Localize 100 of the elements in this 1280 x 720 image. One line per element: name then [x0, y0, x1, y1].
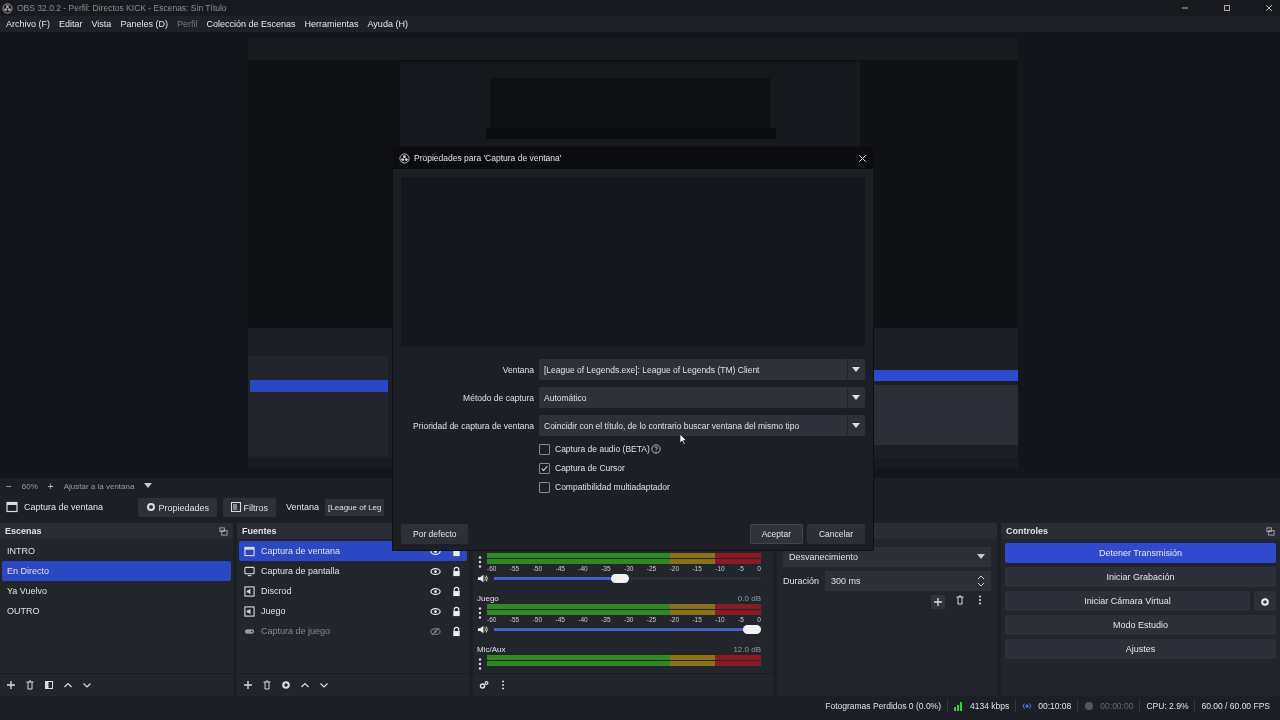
volume-slider[interactable] — [494, 577, 761, 580]
dropdown[interactable]: [League of Legends.exe]: League of Legends (TM) Client — [539, 359, 865, 380]
menu-item[interactable]: Editar — [59, 19, 83, 29]
lock-icon[interactable] — [451, 585, 462, 597]
lock-icon[interactable] — [451, 565, 462, 577]
cancel-button[interactable]: Cancelar — [806, 524, 865, 544]
source-item[interactable]: Captura de pantalla — [239, 561, 467, 581]
lock-icon[interactable] — [451, 625, 462, 637]
duration-field[interactable]: 300 ms — [825, 571, 991, 591]
down-icon[interactable] — [82, 680, 92, 690]
toolbar-button[interactable]: Filtros — [223, 497, 277, 517]
visibility-icon[interactable] — [430, 585, 441, 597]
filter-icon — [231, 501, 242, 512]
menu-item[interactable]: Colección de Escenas — [206, 19, 296, 29]
gear-icon[interactable] — [281, 680, 291, 690]
caret-icon[interactable] — [144, 483, 153, 489]
status-text: CPU: 2.9% — [1146, 701, 1189, 711]
more-icon[interactable] — [477, 606, 483, 620]
ok-button[interactable]: Aceptar — [749, 524, 803, 544]
add-icon[interactable] — [931, 595, 945, 609]
transition-select[interactable]: Desvanecimiento — [783, 547, 991, 567]
record-icon — [1084, 701, 1095, 711]
checkbox[interactable] — [539, 462, 550, 474]
channel-volume-reading: 12.0 dB — [733, 644, 761, 654]
filter-icon[interactable] — [44, 680, 54, 690]
slider-thumb[interactable] — [743, 625, 761, 634]
field-label: Prioridad de captura de ventana — [412, 420, 534, 431]
help-icon[interactable] — [650, 444, 661, 454]
volume-slider[interactable] — [494, 628, 761, 631]
trash-icon[interactable] — [262, 680, 272, 690]
source-item[interactable]: Juego — [239, 601, 467, 621]
checkbox-label: Captura de audio (BETA) — [555, 444, 650, 454]
dropdown[interactable]: Coincidir con el título, de lo contrario buscar ventana del mismo tipo — [539, 415, 865, 436]
dropdown[interactable]: Automático — [539, 387, 865, 408]
status-text: 00:00:00 — [1100, 701, 1134, 711]
visibility-icon[interactable] — [430, 565, 441, 577]
menu-item[interactable]: Ayuda (H) — [367, 19, 408, 29]
scene-item[interactable]: OUTRO — [2, 601, 231, 621]
control-button[interactable]: Modo Estudio — [1005, 615, 1276, 635]
speaker-icon[interactable] — [477, 624, 488, 635]
control-button[interactable]: Iniciar Cámara Virtual — [1005, 591, 1250, 611]
menu-item[interactable]: Paneles (D) — [120, 19, 168, 29]
scene-item[interactable]: Ya Vuelvo — [2, 581, 231, 601]
control-button[interactable]: Ajustes — [1005, 639, 1276, 659]
window-select[interactable]: [League of Leg — [325, 498, 385, 516]
speaker-icon — [244, 585, 255, 597]
panel-title: Escenas — [5, 526, 42, 536]
menu-item[interactable]: Archivo (F) — [6, 19, 50, 29]
slider-thumb[interactable] — [611, 574, 629, 583]
checkbox-label: Compatibilidad multiadaptador — [555, 482, 670, 492]
fit-option[interactable]: Ajustar a la ventana — [63, 481, 135, 491]
app-logo-icon — [399, 152, 410, 164]
add-icon[interactable] — [243, 680, 253, 690]
up-icon[interactable] — [300, 680, 310, 690]
visibility-icon[interactable] — [430, 605, 441, 617]
field-label: Duración — [783, 576, 820, 586]
checkbox[interactable] — [539, 481, 550, 493]
up-icon[interactable] — [63, 680, 73, 690]
zoom-level: 60% — [21, 481, 38, 491]
menu-item[interactable]: Vista — [91, 19, 112, 29]
menu-item[interactable]: Herramientas — [304, 19, 359, 29]
caret-icon — [977, 554, 985, 560]
undock-icon[interactable] — [219, 526, 228, 536]
lock-icon[interactable] — [451, 605, 462, 617]
panel-title: Fuentes — [242, 526, 277, 536]
source-item[interactable]: Discrod — [239, 581, 467, 601]
down-icon[interactable] — [319, 680, 329, 690]
zoom-out-button[interactable]: − — [6, 480, 12, 492]
control-button[interactable]: Detener Transmisión — [1005, 543, 1276, 563]
gears-icon[interactable] — [479, 680, 489, 690]
more-icon[interactable] — [477, 555, 483, 569]
more-icon[interactable] — [477, 657, 483, 671]
control-button[interactable]: Iniciar Grabación — [1005, 567, 1276, 587]
zoom-in-button[interactable]: + — [47, 480, 54, 492]
settings-button[interactable] — [1254, 591, 1276, 611]
close-icon[interactable] — [1264, 3, 1274, 13]
channel-volume-reading: 0.0 dB — [737, 593, 761, 603]
scene-item[interactable]: INTRO — [2, 541, 231, 561]
toolbar-button[interactable]: Propiedades — [138, 497, 218, 517]
window-title: OBS 32.0.2 - Perfil: Directos KICK - Escenas: Sin Título — [17, 3, 227, 13]
signal-icon — [954, 701, 964, 711]
undock-icon[interactable] — [1266, 526, 1275, 536]
add-icon[interactable] — [6, 680, 16, 690]
dialog-title: Propiedades para 'Captura de ventana' — [414, 153, 562, 163]
checkbox[interactable] — [539, 443, 550, 455]
maximize-icon[interactable] — [1222, 3, 1232, 13]
speaker-icon[interactable] — [477, 573, 488, 584]
field-label: Método de captura — [462, 392, 534, 403]
field-label: Ventana — [501, 364, 534, 375]
trash-icon[interactable] — [955, 595, 965, 605]
window-icon — [6, 501, 18, 513]
checkbox-label: Captura de Cursor — [555, 463, 625, 473]
scene-item[interactable]: En Directo — [2, 561, 231, 581]
default-button[interactable]: Por defecto — [401, 524, 469, 544]
caret-icon — [852, 394, 860, 401]
trash-icon[interactable] — [25, 680, 35, 690]
panel-title: Controles — [1006, 526, 1048, 536]
source-item[interactable]: Captura de juego — [239, 621, 467, 641]
cursor-icon — [679, 433, 688, 446]
app-logo-icon — [2, 2, 13, 14]
